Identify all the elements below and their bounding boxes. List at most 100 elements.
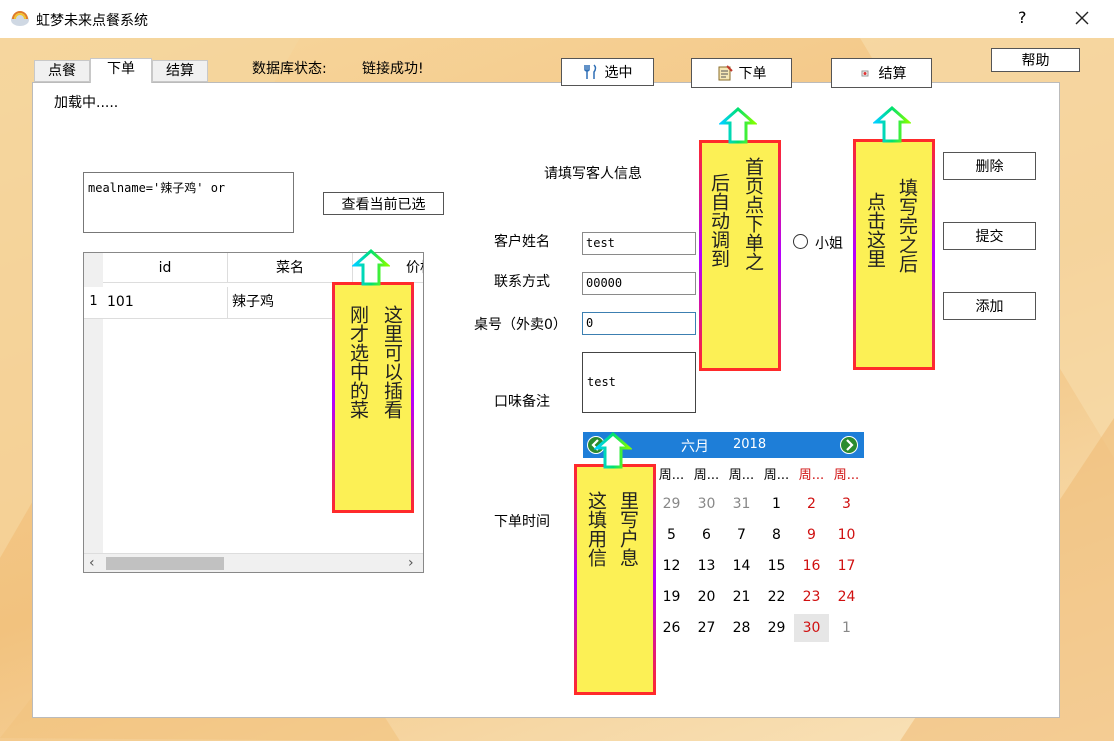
calendar-day[interactable]: 28: [724, 614, 759, 642]
callout-text: 刚才选中的菜: [347, 305, 369, 419]
calendar-day[interactable]: 24: [829, 583, 864, 611]
calendar-day[interactable]: 31: [724, 490, 759, 518]
calendar-day[interactable]: 22: [759, 583, 794, 611]
view-selected-button[interactable]: 查看当前已选: [323, 192, 444, 215]
select-button-label: 选中: [604, 65, 633, 81]
sql-condition-field[interactable]: mealname='辣子鸡' or: [83, 172, 294, 233]
calendar-day[interactable]: 30: [794, 614, 829, 642]
callout-text: 填写完之后: [896, 178, 918, 273]
next-month-icon[interactable]: [840, 436, 858, 454]
grid-header-name[interactable]: 菜名: [228, 253, 353, 283]
calendar-day[interactable]: 20: [689, 583, 724, 611]
contact-field[interactable]: 00000: [582, 272, 696, 295]
grid-callout-arrow-icon: [352, 249, 390, 286]
calendar-day[interactable]: 3: [829, 490, 864, 518]
weekday-header: 周...: [833, 468, 860, 483]
scrollbar-thumb[interactable]: [106, 557, 224, 570]
checkout-button[interactable]: 结算: [831, 58, 932, 88]
calendar-day[interactable]: 8: [759, 521, 794, 549]
calendar-day[interactable]: 12: [654, 552, 689, 580]
checkout-icon: [857, 65, 873, 81]
loading-text: 加载中.....: [54, 95, 119, 111]
scroll-left-icon[interactable]: ‹: [89, 555, 95, 571]
calendar-day[interactable]: 2: [794, 490, 829, 518]
app-icon: [10, 9, 30, 27]
calendar-day[interactable]: 10: [829, 521, 864, 549]
callout-text: 这填用信: [585, 491, 607, 567]
callout-text: 首页点下单之: [742, 157, 764, 271]
calendar-day[interactable]: 9: [794, 521, 829, 549]
calendar-day[interactable]: 16: [794, 552, 829, 580]
calendar-day[interactable]: 21: [724, 583, 759, 611]
contact-label: 联系方式: [494, 274, 550, 290]
db-status-value: 链接成功!: [362, 61, 424, 77]
grid-callout-note: 这里可以插看 刚才选中的菜: [332, 282, 414, 513]
calendar-day[interactable]: 6: [689, 521, 724, 549]
calendar-day[interactable]: 17: [829, 552, 864, 580]
calendar-day[interactable]: 27: [689, 614, 724, 642]
calendar-day[interactable]: 7: [724, 521, 759, 549]
window-title: 虹梦未来点餐系统: [36, 13, 148, 29]
calendar-day[interactable]: 19: [654, 583, 689, 611]
help-button[interactable]: 帮助: [991, 48, 1080, 72]
calendar-month[interactable]: 六月: [681, 436, 709, 456]
callout-text: 里写户息: [617, 491, 639, 567]
order-callout-arrow-icon: [719, 107, 757, 144]
horizontal-scrollbar[interactable]: ‹ ›: [84, 553, 423, 572]
weekday-header: 周...: [798, 468, 825, 483]
submit-button[interactable]: 提交: [943, 222, 1036, 250]
calendar-day[interactable]: 1: [829, 614, 864, 642]
miss-radio[interactable]: [793, 234, 808, 249]
scroll-right-icon[interactable]: ›: [408, 555, 414, 571]
customer-name-field[interactable]: test: [582, 232, 696, 255]
add-button[interactable]: 添加: [943, 292, 1036, 320]
calendar-day[interactable]: 30: [689, 490, 724, 518]
calendar-day[interactable]: 14: [724, 552, 759, 580]
table-cell-id[interactable]: 101: [103, 287, 228, 319]
notepad-icon: [717, 65, 733, 81]
submit-callout-arrow-icon: [873, 106, 911, 143]
row-number[interactable]: 1: [84, 287, 103, 319]
title-bar: 虹梦未来点餐系统 ?: [0, 0, 1114, 38]
table-number-field[interactable]: 0: [582, 312, 696, 335]
help-icon[interactable]: ?: [1018, 8, 1027, 27]
calendar-day[interactable]: 1: [759, 490, 794, 518]
callout-text: 这里可以插看: [381, 305, 403, 419]
customer-info-heading: 请填写客人信息: [544, 166, 642, 182]
delete-button[interactable]: 删除: [943, 152, 1036, 180]
order-button-label: 下单: [738, 66, 767, 82]
weekday-header: 周...: [658, 468, 685, 483]
table-number-label: 桌号（外卖0）: [474, 317, 567, 333]
grid-header-id[interactable]: id: [103, 253, 228, 283]
calendar-day[interactable]: 29: [654, 490, 689, 518]
callout-text: 点击这里: [864, 192, 886, 268]
tab-order-food[interactable]: 点餐: [34, 60, 90, 82]
calendar-day[interactable]: 26: [654, 614, 689, 642]
weekday-header: 周...: [728, 468, 755, 483]
weekday-header: 周...: [763, 468, 790, 483]
calendar-day[interactable]: 23: [794, 583, 829, 611]
order-callout-note: 首页点下单之 后自动调到: [699, 140, 781, 371]
tab-checkout[interactable]: 结算: [152, 60, 208, 82]
calendar-day[interactable]: 13: [689, 552, 724, 580]
calendar-day[interactable]: 15: [759, 552, 794, 580]
taste-note-label: 口味备注: [494, 394, 550, 410]
tab-place-order[interactable]: 下单: [90, 58, 152, 83]
calendar-day[interactable]: 5: [654, 521, 689, 549]
submit-callout-note: 填写完之后 点击这里: [853, 139, 935, 370]
calendar-callout-note: 里写户息 这填用信: [574, 464, 656, 695]
miss-radio-label: 小姐: [815, 236, 843, 252]
fork-knife-icon: [583, 64, 599, 80]
select-button[interactable]: 选中: [561, 58, 654, 86]
order-time-label: 下单时间: [494, 514, 550, 530]
weekday-header: 周...: [693, 468, 720, 483]
customer-name-label: 客户姓名: [494, 234, 550, 250]
taste-note-field[interactable]: test: [582, 352, 696, 413]
calendar-day[interactable]: 29: [759, 614, 794, 642]
callout-text: 后自动调到: [708, 173, 730, 268]
calendar-year[interactable]: 2018: [733, 437, 766, 452]
close-icon[interactable]: [1070, 6, 1094, 30]
order-button[interactable]: 下单: [691, 58, 792, 88]
db-status-label: 数据库状态:: [252, 61, 327, 77]
checkout-button-label: 结算: [878, 66, 907, 82]
